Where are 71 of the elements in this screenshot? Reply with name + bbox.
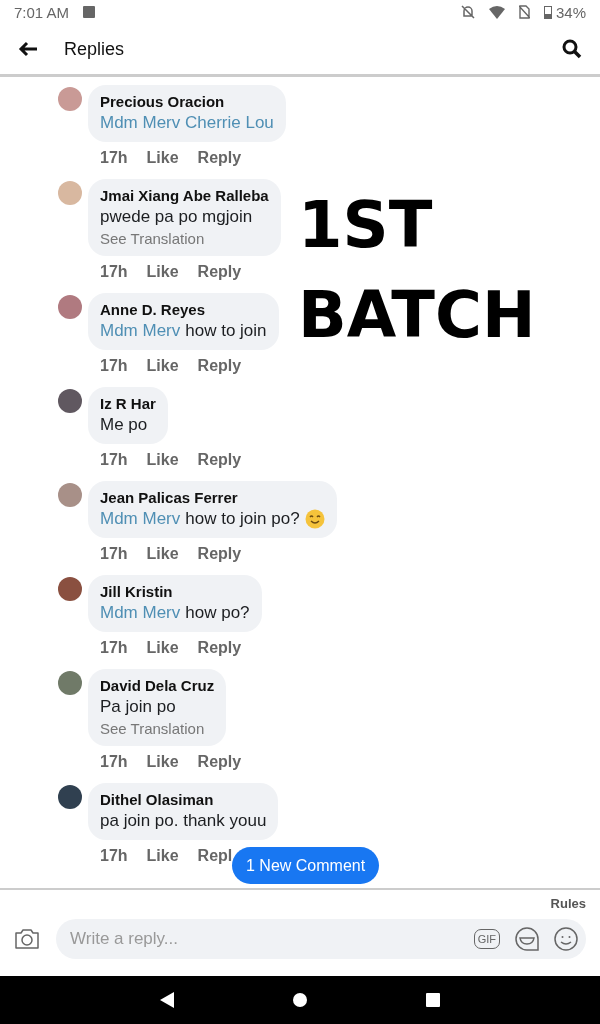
comment-time: 17h — [100, 639, 128, 657]
mention-link[interactable]: Mdm Merv — [100, 601, 181, 625]
comment-text: pa join po. thank youu — [100, 810, 267, 832]
search-icon[interactable] — [562, 39, 582, 59]
comment-text: Me po — [100, 414, 148, 436]
avatar[interactable] — [58, 389, 82, 413]
image-icon — [83, 6, 96, 18]
like-link[interactable]: Like — [146, 357, 179, 375]
comment-time: 17h — [100, 263, 128, 281]
comment-text: how to join — [185, 320, 267, 342]
reply-link[interactable]: Reply — [197, 545, 242, 563]
mention-link[interactable]: Mdm Merv — [100, 319, 181, 343]
overlay-caption: BATCH — [298, 277, 536, 354]
mention-link[interactable]: Mdm Merv — [100, 507, 181, 531]
comment-time: 17h — [100, 847, 128, 865]
comment-text: how po? — [185, 602, 250, 624]
comment-time: 17h — [100, 451, 128, 469]
avatar[interactable] — [58, 577, 82, 601]
reply-link[interactable]: Reply — [197, 149, 242, 167]
no-sim-icon — [518, 5, 530, 19]
reply-link[interactable]: Reply — [197, 357, 242, 375]
commenter-name[interactable]: David Dela Cruz — [100, 676, 215, 695]
rules-link[interactable]: Rules — [550, 896, 586, 911]
see-translation-link[interactable]: See Translation — [100, 719, 215, 739]
comment-text: Pa join po — [100, 696, 176, 718]
comment-text: pwede pa po mgjoin — [100, 206, 253, 228]
comment-time: 17h — [100, 545, 128, 563]
page-title: Replies — [64, 38, 125, 60]
camera-icon[interactable] — [14, 928, 40, 950]
like-link[interactable]: Like — [146, 639, 179, 657]
muted-bell-icon — [460, 5, 475, 19]
wifi-icon — [488, 5, 505, 19]
commenter-name[interactable]: Dithel Olasiman — [100, 790, 267, 809]
battery-icon — [543, 5, 552, 19]
comment-time: 17h — [100, 149, 128, 167]
like-link[interactable]: Like — [146, 753, 179, 771]
comment-time: 17h — [100, 357, 128, 375]
comment-time: 17h — [100, 753, 128, 771]
avatar[interactable] — [58, 671, 82, 695]
commenter-name[interactable]: Jill Kristin — [100, 582, 250, 601]
sticker-icon[interactable] — [514, 926, 540, 952]
overlay-caption: 1ST — [298, 187, 434, 264]
like-link[interactable]: Like — [146, 847, 179, 865]
back-nav-icon[interactable] — [159, 992, 174, 1008]
gif-button[interactable]: GIF — [473, 929, 500, 949]
commenter-name[interactable]: Anne D. Reyes — [100, 300, 267, 319]
mention-link[interactable]: Mdm Merv Cherrie Lou — [100, 111, 274, 135]
avatar[interactable] — [58, 785, 82, 809]
reply-link[interactable]: Repl — [197, 847, 233, 865]
see-translation-link[interactable]: See Translation — [100, 229, 269, 249]
commenter-name[interactable]: Jmai Xiang Abe Ralleba — [100, 186, 269, 205]
like-link[interactable]: Like — [146, 451, 179, 469]
status-time: 7:01 AM — [14, 3, 70, 21]
smiley-icon[interactable] — [554, 927, 578, 951]
reply-link[interactable]: Reply — [197, 263, 242, 281]
commenter-name[interactable]: Iz R Har — [100, 394, 156, 413]
commenter-name[interactable]: Jean Palicas Ferrer — [100, 488, 325, 507]
new-comment-toast[interactable]: 1 New Comment — [232, 847, 380, 884]
like-link[interactable]: Like — [146, 149, 179, 167]
like-link[interactable]: Like — [146, 263, 179, 281]
like-link[interactable]: Like — [146, 545, 179, 563]
reply-input-field[interactable]: Write a reply... GIF — [56, 919, 586, 959]
comment-text: how to join po? — [185, 508, 300, 530]
reply-link[interactable]: Reply — [197, 753, 242, 771]
reply-link[interactable]: Reply — [197, 639, 242, 657]
battery-level: 34% — [555, 3, 586, 21]
back-arrow-icon[interactable] — [18, 41, 38, 57]
reply-link[interactable]: Reply — [197, 451, 242, 469]
home-nav-icon[interactable] — [293, 993, 307, 1007]
commenter-name[interactable]: Precious Oracion — [100, 92, 274, 111]
recents-nav-icon[interactable] — [426, 993, 441, 1007]
